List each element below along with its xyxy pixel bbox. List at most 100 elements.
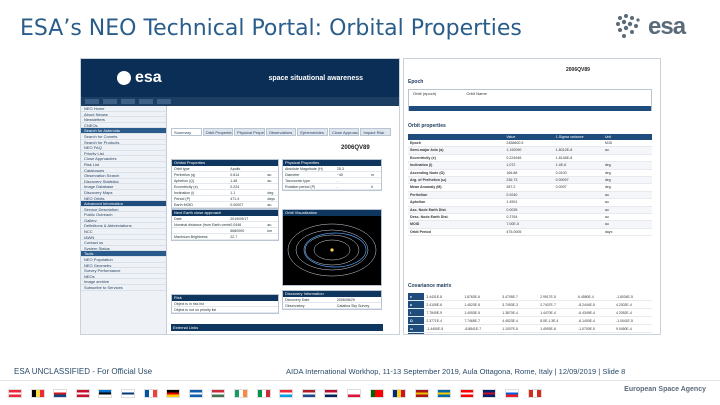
object-tab[interactable]: Ephemerides <box>297 128 328 136</box>
table-cell: 0.3764 <box>506 214 518 219</box>
table-cell: 475.0005 <box>506 229 522 234</box>
table-cell: days <box>604 229 613 234</box>
table-cell: 0.00097 <box>555 177 569 182</box>
covariance-cell: -8.8841E-7 <box>464 327 482 331</box>
property-unit <box>267 307 278 312</box>
property-unit: days <box>267 197 275 201</box>
property-label: Observatory <box>285 304 305 308</box>
property-label: Object is in risk list <box>174 302 204 306</box>
flag-greece-icon <box>188 388 203 398</box>
table-row: Semi-major Axis (a) 1.192090 1.8012E-8 au <box>408 147 652 155</box>
orbit-visualization-canvas[interactable] <box>283 216 381 285</box>
property-label: Taxonomic type <box>285 179 310 183</box>
property-label <box>172 228 230 233</box>
table-cell: Desc. Node Earth Dist. <box>410 214 449 219</box>
property-unit <box>371 303 381 308</box>
property-value: - <box>336 179 339 183</box>
property-value: 25.3 <box>336 167 344 171</box>
top-nav-item[interactable] <box>103 99 117 104</box>
covariance-cell: -1.0041E-5 <box>616 319 633 323</box>
property-label: Date <box>174 217 182 221</box>
table-cell: Ascending Node (Ω) <box>410 170 445 175</box>
covariance-cell: 3.4431E-8 <box>426 295 443 299</box>
property-label: Aphelion (Q) <box>174 179 195 183</box>
table-cell <box>554 221 603 227</box>
covariance-cell: 7.7849E-9 <box>426 311 443 315</box>
covariance-cell: M <box>408 333 425 334</box>
object-tab[interactable]: Impact Risk <box>360 128 392 136</box>
table-cell: Aphelion <box>410 200 426 205</box>
property-value: Catalina Sky Survey <box>336 304 370 308</box>
flag-romania-icon <box>392 388 407 398</box>
flag-czech-icon <box>53 388 68 398</box>
table-cell: 1.8012E-8 <box>555 148 573 153</box>
property-value: - <box>336 185 339 189</box>
covariance-cell: 4.9208E-5 <box>538 333 576 334</box>
property-label: Orbit type <box>174 167 190 171</box>
property-unit <box>267 216 278 221</box>
esa-logo-text: esa <box>648 13 686 40</box>
property-unit: km <box>267 229 273 233</box>
table-row: Perihelion 0.9240 au <box>408 191 652 200</box>
covariance-cell: -1.4450E-5 <box>426 327 444 331</box>
flag-canada-icon <box>527 388 542 398</box>
top-nav-item[interactable] <box>121 99 135 104</box>
flag-netherlands-icon <box>301 388 316 398</box>
covariance-row: M7.4300E-76.2645E-74.4004E-64.9208E-55.8… <box>408 333 652 334</box>
covariance-cell: 3.7053E-3 <box>502 303 518 307</box>
table-cell: Perihelion <box>410 192 428 197</box>
table-cell: au <box>604 148 609 153</box>
covariance-cell: 6.2645E-7 <box>462 333 500 334</box>
object-tab[interactable]: Observations <box>265 128 297 136</box>
object-tab[interactable]: Close Approaches <box>328 128 360 136</box>
object-tab[interactable]: Physical Properties <box>234 128 265 136</box>
external-links-header[interactable]: External Links <box>171 324 383 331</box>
table-cell: 7.00E-5 <box>506 222 519 227</box>
physical-properties-panel: Physical Properties Absolute Magnitude (… <box>282 159 382 191</box>
table-row: Arg. of Perihelion (ω) 236.73 0.00097 deg <box>408 176 652 185</box>
covariance-cell: 1.4993E-8 <box>540 327 556 331</box>
covariance-cell: -1.0700E-5 <box>578 327 595 331</box>
covariance-cell: 2.9917E-5 <box>540 295 556 299</box>
flag-finland-icon <box>120 388 135 398</box>
covariance-cell: 6.4580E-4 <box>578 295 594 299</box>
covariance-cell: 1.8763E-6 <box>464 295 480 299</box>
table-cell: au <box>604 200 609 205</box>
top-nav-item[interactable] <box>85 99 99 104</box>
property-unit <box>267 184 278 189</box>
property-row: Maximum Brightness 22.7 <box>172 234 278 240</box>
property-label: Perihelion (q) <box>174 173 196 177</box>
top-nav-item[interactable] <box>139 99 153 104</box>
table-row: Eccentricity (e) 0.224946 1.8146E-8 <box>408 155 652 163</box>
sidebar-item[interactable]: Subscribe to Services <box>81 285 166 291</box>
property-unit <box>371 178 381 183</box>
table-cell <box>554 140 603 146</box>
covariance-cell: i <box>408 309 425 316</box>
discovery-panel: Discovery Information Discovery Date 2006… <box>282 290 382 310</box>
table-cell: au <box>604 192 609 197</box>
member-state-flags <box>0 380 720 405</box>
covariance-cell: 3.4705E-7 <box>502 295 518 299</box>
portal-esa-logo[interactable]: esa <box>117 69 162 87</box>
orbital-properties-panel: Orbital Properties Orbit type Apollo Perih… <box>171 159 279 209</box>
object-tab[interactable]: Summary <box>171 128 202 136</box>
object-tab[interactable]: Orbit Properties <box>202 128 234 136</box>
table-cell: au <box>604 222 609 227</box>
epoch-box: Orbit (epoch) Orbit Name <box>408 89 652 111</box>
table-cell: Mean Anomaly (M) <box>410 185 442 190</box>
covariance-cell: 1.0009E-4 <box>614 333 652 334</box>
top-nav-item[interactable] <box>157 99 171 104</box>
property-unit: deg <box>267 191 274 195</box>
classification-footer: ESA UNCLASSIFIED - For Official Use <box>14 367 153 376</box>
property-label: Period (P) <box>174 197 191 201</box>
flag-sweden-icon <box>437 388 452 398</box>
flag-denmark-icon <box>75 388 90 398</box>
epoch-option-radio[interactable]: Orbit (epoch) <box>413 90 436 98</box>
covariance-cell: 8.0E-1.3E-4 <box>540 319 559 323</box>
property-label: Discovery Date <box>285 298 310 302</box>
property-value: Apollo <box>230 167 241 171</box>
covariance-cell: 7.4300E-7 <box>424 333 462 334</box>
covariance-cell: 1.1007E-5 <box>502 327 518 331</box>
table-cell <box>554 214 603 220</box>
epoch-option-radio[interactable]: Orbit Name <box>466 90 486 98</box>
